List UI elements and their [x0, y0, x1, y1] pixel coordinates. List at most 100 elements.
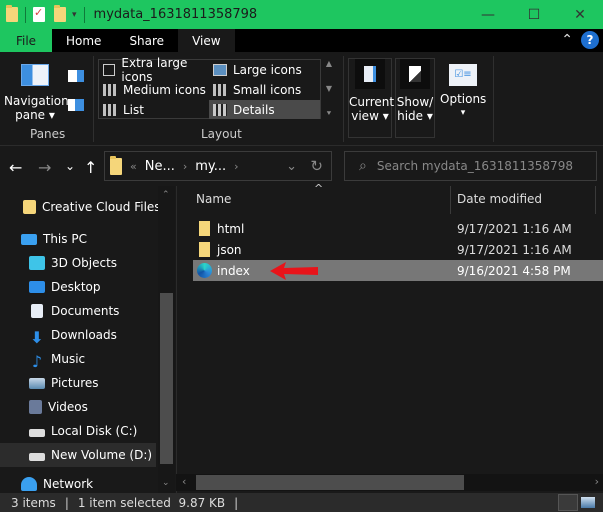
- item-count: 3 items: [11, 495, 56, 510]
- back-button[interactable]: ←: [9, 158, 22, 177]
- current-view-button[interactable]: Current view ▾: [348, 58, 394, 138]
- sidebar-item-videos[interactable]: Videos: [29, 395, 88, 419]
- extra-large-icons-icon: [103, 63, 116, 76]
- refresh-icon[interactable]: ↻: [310, 157, 323, 175]
- column-header-date-modified[interactable]: Date modified: [457, 192, 542, 206]
- sidebar-item-label: Music: [51, 352, 86, 366]
- tab-share[interactable]: Share: [115, 29, 178, 52]
- file-name: html: [217, 221, 245, 236]
- show-hide-button[interactable]: Show/ hide ▾: [395, 58, 435, 138]
- folder-icon: [199, 242, 210, 257]
- large-icons-icon: [213, 63, 227, 76]
- layout-extra-large-icons[interactable]: Extra large icons: [99, 56, 209, 84]
- navigation-pane-icon: [21, 64, 49, 86]
- up-button[interactable]: ↑: [84, 158, 97, 177]
- sidebar-item-network[interactable]: Network: [21, 475, 93, 493]
- sidebar-item-label: Downloads: [51, 328, 117, 342]
- address-dropdown-icon[interactable]: ⌄: [286, 159, 297, 174]
- scroll-up-icon[interactable]: ▲: [326, 59, 332, 68]
- sidebar-item-documents[interactable]: Documents: [29, 299, 119, 323]
- column-divider[interactable]: [595, 186, 596, 214]
- new-folder-icon[interactable]: [54, 5, 66, 22]
- column-divider[interactable]: [450, 186, 451, 214]
- layout-gallery-scroll[interactable]: ▲ ▼ ⯆: [323, 59, 335, 119]
- properties-icon[interactable]: [33, 6, 45, 22]
- videos-icon: [29, 400, 42, 414]
- forward-button[interactable]: →: [38, 158, 51, 177]
- address-bar[interactable]: « Ne... › my... › ⌄ ↻: [104, 151, 332, 181]
- sidebar-scrollbar-thumb[interactable]: [160, 293, 173, 464]
- expand-gallery-icon[interactable]: ⯆: [326, 109, 332, 119]
- details-pane-icon[interactable]: [68, 99, 84, 111]
- sidebar-scrollbar[interactable]: ⌃ ⌄: [158, 186, 175, 493]
- sidebar-item-downloads[interactable]: ⬇ Downloads: [29, 323, 117, 347]
- sidebar-item-pictures[interactable]: Pictures: [29, 371, 99, 395]
- options-label: Options: [440, 92, 487, 106]
- folder-icon: [110, 155, 122, 175]
- recent-locations-button[interactable]: ⌄: [65, 159, 75, 173]
- layout-item-label: Details: [233, 102, 275, 117]
- computer-icon: [21, 233, 37, 245]
- overflow-icon[interactable]: «: [130, 160, 137, 173]
- layout-details[interactable]: Details: [209, 100, 320, 119]
- layout-list[interactable]: List: [99, 100, 209, 119]
- navigation-bar: ← → ⌄ ↑ « Ne... › my... › ⌄ ↻ ⌕ Search m…: [0, 146, 603, 186]
- sidebar-item-desktop[interactable]: Desktop: [29, 275, 101, 299]
- ribbon-tabs: File Home Share View ⌃ ?: [0, 29, 603, 52]
- layout-item-label: Medium icons: [123, 82, 206, 97]
- tab-file[interactable]: File: [0, 29, 52, 52]
- file-list-horizontal-scrollbar[interactable]: ‹ ›: [176, 474, 603, 491]
- details-icon: [213, 103, 227, 116]
- layout-medium-icons[interactable]: Medium icons: [99, 80, 209, 99]
- file-name: json: [217, 242, 242, 257]
- network-icon: [21, 477, 37, 491]
- breadcrumb-new-volume[interactable]: Ne...: [145, 159, 175, 174]
- file-list: ^ Name Date modified html 9/17/2021 1:16…: [176, 182, 603, 493]
- sidebar-item-label: Videos: [48, 400, 88, 414]
- sidebar-item-label: 3D Objects: [51, 256, 118, 270]
- customize-quick-access-icon[interactable]: ▾: [72, 10, 77, 20]
- layout-group-label: Layout: [201, 127, 242, 141]
- details-view-icon[interactable]: [558, 494, 578, 511]
- minimize-button[interactable]: —: [465, 0, 511, 29]
- collapse-ribbon-icon[interactable]: ⌃: [561, 32, 573, 48]
- search-box[interactable]: ⌕ Search mydata_1631811358798: [344, 151, 597, 181]
- file-row-selected[interactable]: index 9/16/2021 4:58 PM: [193, 260, 603, 281]
- preview-pane-icon[interactable]: [68, 70, 84, 82]
- breadcrumb-separator[interactable]: ›: [183, 160, 187, 173]
- scroll-right-icon[interactable]: ›: [595, 475, 599, 488]
- layout-small-icons[interactable]: Small icons: [209, 80, 320, 99]
- tab-home[interactable]: Home: [52, 29, 115, 52]
- sidebar-item-music[interactable]: ♪ Music: [29, 347, 85, 371]
- sidebar-item-label: Local Disk (C:): [51, 424, 138, 438]
- column-header-name[interactable]: Name: [196, 192, 231, 206]
- close-button[interactable]: ✕: [557, 0, 603, 29]
- sidebar-item-local-disk-c[interactable]: Local Disk (C:): [29, 419, 137, 443]
- sidebar-item-3d-objects[interactable]: 3D Objects: [29, 251, 117, 275]
- divider: [83, 6, 85, 23]
- sidebar-item-this-pc[interactable]: This PC: [21, 227, 87, 251]
- maximize-button[interactable]: ☐: [511, 0, 557, 29]
- tab-view[interactable]: View: [178, 29, 235, 52]
- drive-icon: [29, 429, 45, 437]
- scroll-left-icon[interactable]: ‹: [182, 475, 186, 488]
- search-icon: ⌕: [359, 158, 367, 174]
- sidebar-item-creative-cloud-files[interactable]: Creative Cloud Files: [23, 195, 161, 219]
- large-icons-view-icon[interactable]: [581, 497, 595, 508]
- current-view-icon: [355, 59, 385, 89]
- navigation-pane-button[interactable]: Navigation pane ▾: [4, 58, 69, 122]
- sidebar-item-new-volume-d[interactable]: New Volume (D:): [0, 443, 156, 467]
- help-icon[interactable]: ?: [581, 31, 599, 49]
- layout-large-icons[interactable]: Large icons: [209, 60, 320, 79]
- file-row[interactable]: json 9/17/2021 1:16 AM: [193, 239, 603, 260]
- scroll-down-icon[interactable]: ⌄: [162, 478, 170, 488]
- options-button[interactable]: ☑≡ Options ▾: [440, 58, 486, 138]
- horizontal-scrollbar-thumb[interactable]: [196, 475, 464, 490]
- music-icon: ♪: [31, 352, 43, 371]
- breadcrumb-mydata[interactable]: my...: [195, 159, 226, 174]
- scroll-down-icon[interactable]: ▼: [326, 84, 332, 93]
- folder-icon: [199, 221, 210, 236]
- breadcrumb-separator[interactable]: ›: [234, 160, 238, 173]
- scroll-up-icon[interactable]: ⌃: [162, 190, 170, 200]
- file-row[interactable]: html 9/17/2021 1:16 AM: [193, 218, 603, 239]
